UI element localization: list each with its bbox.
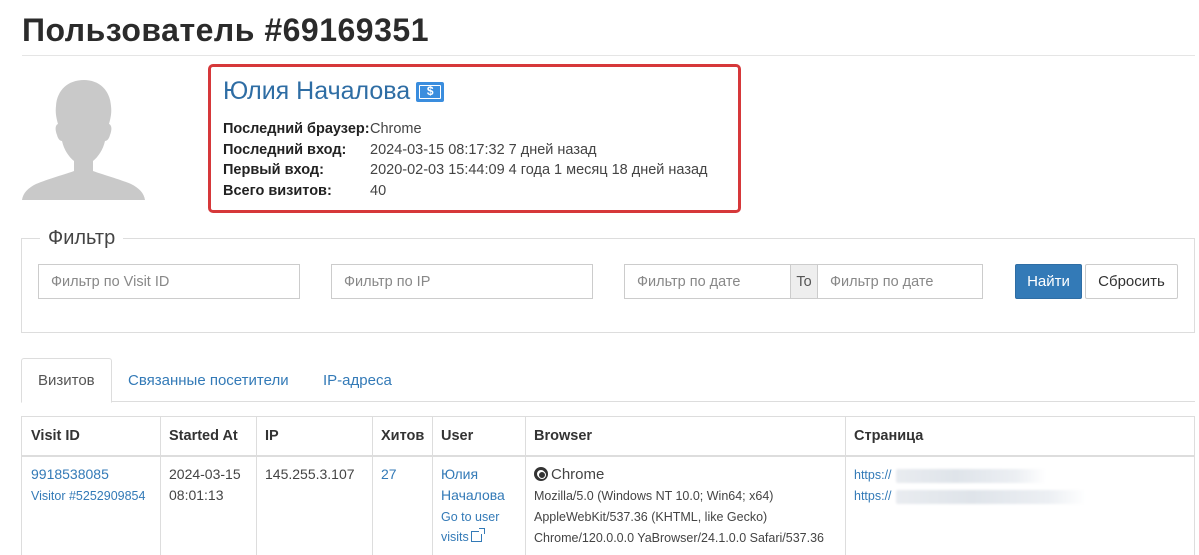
user-first-name-link[interactable]: Юлия: [441, 464, 478, 485]
date-from-filter-input[interactable]: [624, 264, 791, 299]
ip-filter-input[interactable]: [331, 264, 593, 299]
redacted-url-blur: [896, 490, 1086, 504]
title-divider: [22, 55, 1195, 56]
user-agent-line: Chrome/120.0.0.0 YaBrowser/24.1.0.0 Safa…: [534, 531, 824, 545]
tab-bar: Визитов Связанные посетители IP-адреса: [21, 358, 1195, 403]
page-title: Пользователь #69169351: [22, 12, 429, 48]
started-date: 2024-03-15: [169, 466, 241, 482]
date-to-filter-input[interactable]: [817, 264, 983, 299]
date-range-to-label: To: [790, 264, 818, 299]
avatar-placeholder: [22, 78, 145, 200]
ip-value: 145.255.3.107: [265, 466, 355, 482]
column-header-user[interactable]: User: [441, 428, 473, 444]
hits-link[interactable]: 27: [381, 464, 397, 485]
last-browser-label: Последний браузер:: [223, 121, 370, 137]
user-visits-link[interactable]: visits: [441, 527, 485, 548]
column-divider: [256, 417, 257, 555]
page-link[interactable]: https://: [854, 486, 892, 507]
visit-id-filter-input[interactable]: [38, 264, 300, 299]
find-button[interactable]: Найти: [1015, 264, 1082, 299]
user-visits-link-label: visits: [441, 530, 469, 544]
chrome-icon: [534, 467, 548, 481]
user-name: Юлия Началова: [223, 77, 411, 105]
column-divider: [160, 417, 161, 555]
column-header-hits[interactable]: Хитов: [381, 428, 424, 444]
reset-button[interactable]: Сбросить: [1085, 264, 1178, 299]
total-visits-label: Всего визитов:: [223, 183, 332, 199]
visits-table: Visit ID Started At IP Хитов User Browse…: [21, 416, 1195, 555]
browser-name: Chrome: [534, 464, 604, 485]
column-header-page[interactable]: Страница: [854, 428, 923, 444]
column-divider: [525, 417, 526, 555]
column-divider: [372, 417, 373, 555]
user-agent-line: AppleWebKit/537.36 (KHTML, like Gecko): [534, 510, 768, 524]
user-agent-line: Mozilla/5.0 (Windows NT 10.0; Win64; x64…: [534, 489, 774, 503]
user-last-name-link[interactable]: Началова: [441, 485, 505, 506]
user-name-heading: Юлия Началова: [223, 77, 445, 106]
column-header-ip[interactable]: IP: [265, 428, 279, 444]
go-to-user-link[interactable]: Go to user: [441, 507, 499, 528]
user-profile-card: Юлия Началова Последний браузер: Chrome …: [208, 64, 741, 213]
column-header-visit-id[interactable]: Visit ID: [31, 428, 80, 444]
total-visits-value: 40: [370, 183, 387, 199]
column-divider: [845, 417, 846, 555]
filter-legend: Фильтр: [40, 227, 124, 250]
external-link-icon: [470, 528, 485, 542]
visitor-link[interactable]: Visitor #5252909854: [31, 486, 145, 507]
last-login-value: 2024-03-15 08:17:32 7 дней назад: [370, 142, 597, 158]
first-login-value: 2020-02-03 15:44:09 4 года 1 месяц 18 дн…: [370, 162, 708, 178]
last-browser-value: Chrome: [370, 121, 422, 137]
column-header-browser[interactable]: Browser: [534, 428, 592, 444]
first-login-label: Первый вход:: [223, 162, 324, 178]
page-link[interactable]: https://: [854, 465, 892, 486]
tab-ip-addresses[interactable]: IP-адреса: [307, 358, 408, 402]
browser-name-label: Chrome: [551, 466, 605, 483]
table-header-divider: [22, 455, 1194, 457]
started-time: 08:01:13: [169, 487, 224, 503]
column-header-started-at[interactable]: Started At: [169, 428, 238, 444]
tab-visits[interactable]: Визитов: [21, 358, 112, 403]
tab-related-visitors[interactable]: Связанные посетители: [112, 358, 305, 402]
money-icon: [416, 81, 445, 102]
redacted-url-blur: [896, 469, 1046, 483]
visit-id-link[interactable]: 9918538085: [31, 464, 109, 485]
last-login-label: Последний вход:: [223, 142, 347, 158]
column-divider: [432, 417, 433, 555]
